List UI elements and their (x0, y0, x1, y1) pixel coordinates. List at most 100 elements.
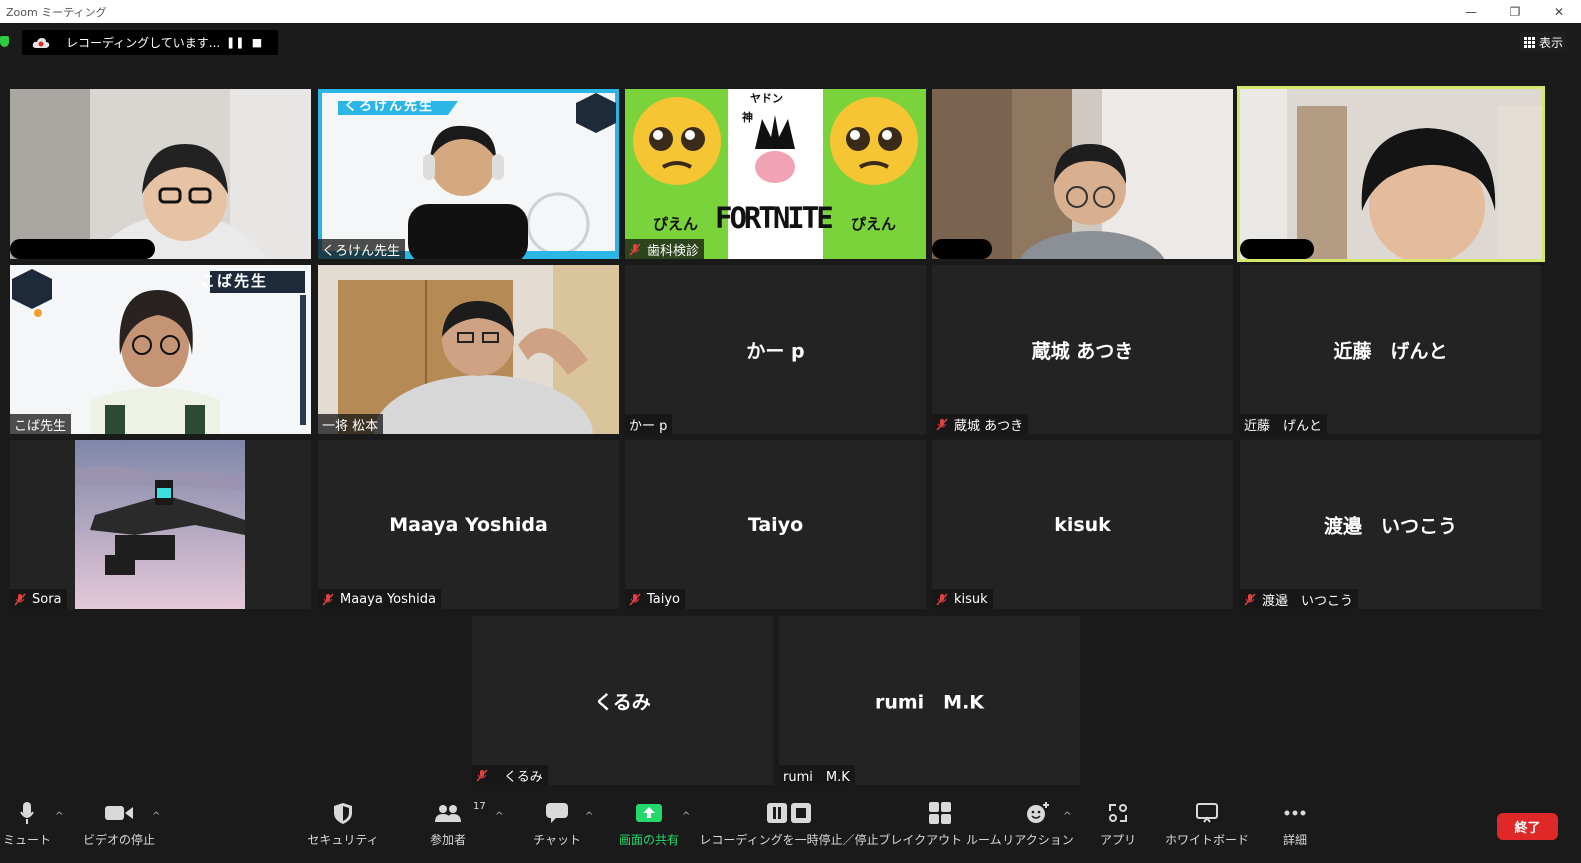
video-tile[interactable] (932, 89, 1233, 259)
chat-button[interactable]: チャット (533, 795, 581, 855)
participant-video (318, 265, 619, 434)
share-screen-label: 画面の共有 (618, 833, 679, 847)
participant-name-label: くるみ (472, 765, 548, 785)
video-tile[interactable]: こば先生 こば先生 (10, 265, 311, 434)
image-caption-pien-left: ぴえん (653, 215, 699, 233)
participant-name-label: かー p (625, 414, 673, 434)
participant-name-label: くろけん先生 (318, 239, 406, 259)
participant-video (932, 89, 1233, 259)
view-button[interactable]: 表示 (1519, 32, 1567, 52)
video-tile[interactable]: 近藤 げんと 近藤 げんと (1240, 265, 1541, 434)
video-tile[interactable]: かー p かー p (625, 265, 926, 434)
meeting-toolbar: ミュート ^ ビデオの停止 ^ セキュリティ 17 参加者 ^ チャット ^ 画… (0, 795, 1581, 863)
video-tile[interactable] (10, 89, 311, 259)
close-button[interactable]: ✕ (1537, 0, 1581, 23)
recording-control-button[interactable]: レコーディングを一時停止／停止 (699, 795, 879, 855)
banner-text: こば先生 (200, 272, 269, 290)
chevron-up-icon[interactable]: ^ (152, 811, 160, 822)
apps-button[interactable]: アプリ (1100, 795, 1136, 855)
participant-name-label: kisuk (932, 589, 993, 609)
participant-video (10, 89, 311, 259)
mic-muted-icon (629, 592, 641, 606)
reactions-label: リアクション (1002, 833, 1074, 847)
stop-video-label: ビデオの停止 (83, 833, 156, 847)
participant-name-label: こば先生 (10, 414, 72, 434)
video-tile[interactable]: Taiyo Taiyo (625, 440, 926, 609)
participant-name-label: 一将 松本 (318, 414, 384, 434)
mic-muted-icon (322, 592, 334, 606)
image-caption-fortnite: FORTNITE (715, 201, 834, 235)
recording-control-label: レコーディングを一時停止／停止 (699, 833, 879, 847)
video-tile[interactable]: kisuk kisuk (932, 440, 1233, 609)
participant-name-label: 近藤 げんと (1240, 414, 1328, 434)
whiteboard-icon (1196, 803, 1218, 823)
restore-button[interactable]: ❐ (1493, 0, 1537, 23)
security-button[interactable]: セキュリティ (307, 795, 379, 855)
participant-display-name: rumi M.K (874, 691, 985, 713)
smiley-icon (1027, 802, 1049, 823)
participant-name-label: 蔵城 あつき (932, 414, 1029, 434)
video-camera-icon (105, 806, 133, 820)
chevron-up-icon[interactable]: ^ (55, 811, 63, 822)
participant-name-label: Taiyo (625, 589, 686, 609)
minimize-button[interactable]: — (1449, 0, 1493, 23)
chat-label: チャット (533, 833, 581, 847)
banner-text: くろけん先生 (344, 99, 435, 114)
stop-recording-icon[interactable]: ■ (250, 36, 264, 49)
pause-recording-icon[interactable]: ❚❚ (226, 36, 244, 49)
chevron-up-icon[interactable]: ^ (585, 811, 593, 822)
video-tile[interactable]: 渡邉 いつこう 渡邉 いつこう (1240, 440, 1541, 609)
reactions-button[interactable]: リアクション (1002, 795, 1074, 855)
more-label: 詳細 (1282, 833, 1307, 847)
chevron-up-icon[interactable]: ^ (1063, 811, 1071, 822)
microphone-icon (20, 802, 34, 824)
participant-name-label: rumi M.K (779, 765, 855, 785)
title-bar: Zoom ミーティング — ❐ ✕ (0, 0, 1581, 23)
mic-muted-icon (936, 592, 948, 606)
participant-video (318, 89, 619, 259)
participant-display-name: 渡邉 いつこう (1323, 515, 1457, 537)
whiteboard-label: ホワイトボード (1165, 833, 1250, 847)
redacted-name-label (10, 239, 155, 259)
participant-display-name: Taiyo (747, 513, 804, 536)
apps-label: アプリ (1100, 833, 1137, 847)
active-speaker-tile[interactable] (1237, 86, 1545, 262)
participants-button[interactable]: 17 参加者 (425, 795, 486, 855)
mute-label: ミュート (3, 833, 52, 847)
recording-indicator: レコーディングしています... ❚❚ ■ (22, 30, 278, 55)
participant-name-label: Maaya Yoshida (318, 589, 441, 609)
participant-display-name: Maaya Yoshida (389, 513, 548, 536)
participant-display-name: kisuk (1054, 513, 1111, 536)
video-tile[interactable]: rumi M.K rumi M.K (779, 616, 1080, 785)
chevron-up-icon[interactable]: ^ (682, 811, 690, 822)
window-title: Zoom ミーティング (6, 5, 107, 19)
security-label: セキュリティ (307, 833, 379, 847)
video-tile[interactable]: ヤドン 神 ぴえん FORTNITE ぴえん 歯科検診 (625, 89, 926, 259)
mute-button[interactable]: ミュート (3, 795, 52, 855)
chevron-up-icon[interactable]: ^ (495, 811, 503, 822)
mic-muted-icon (476, 768, 488, 782)
participant-display-name: くるみ (594, 691, 651, 713)
video-tile[interactable]: くろけん先生 くろけん先生 (318, 89, 619, 259)
whiteboard-button[interactable]: ホワイトボード (1165, 795, 1249, 855)
breakout-rooms-button[interactable]: ブレイクアウト ルーム (878, 795, 1002, 855)
more-button[interactable]: 詳細 (1280, 795, 1310, 855)
video-tile[interactable]: 蔵城 あつき 蔵城 あつき (932, 265, 1233, 434)
participant-display-name: 近藤 げんと (1333, 340, 1448, 362)
video-tile[interactable]: 一将 松本 (318, 265, 619, 434)
participant-name-label: 渡邉 いつこう (1240, 589, 1359, 609)
mic-muted-icon (936, 417, 948, 431)
encryption-shield-icon[interactable] (0, 36, 9, 47)
stop-video-button[interactable]: ビデオの停止 (83, 795, 156, 855)
video-tile[interactable]: くるみ くるみ (472, 616, 773, 785)
mic-muted-icon (1244, 592, 1256, 606)
end-meeting-button[interactable]: 終了 (1497, 813, 1558, 840)
video-tile[interactable]: Maaya Yoshida Maaya Yoshida (318, 440, 619, 609)
breakout-rooms-icon (929, 802, 951, 824)
participants-count: 17 (473, 801, 486, 812)
redacted-name-label (932, 239, 992, 259)
participant-profile-image (75, 440, 245, 609)
share-screen-button[interactable]: 画面の共有 (616, 795, 682, 855)
zoom-meeting-window: Zoom ミーティング — ❐ ✕ レコーディングしています... ❚❚ ■ 表… (0, 0, 1581, 863)
video-tile[interactable]: Sora (10, 440, 311, 609)
